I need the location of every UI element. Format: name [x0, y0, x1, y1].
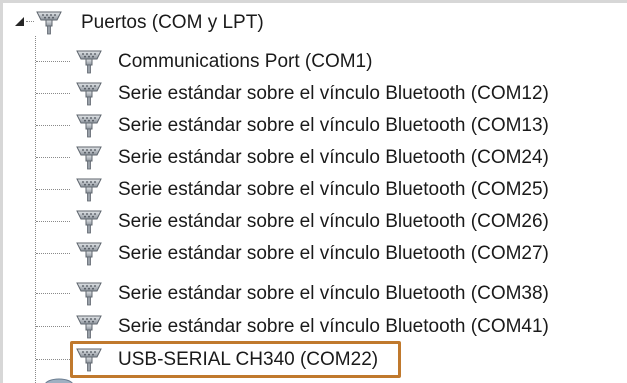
- port-connector-icon: [76, 315, 102, 339]
- tree-node-label: Serie estándar sobre el vínculo Bluetoot…: [118, 210, 549, 232]
- tree-node-ports[interactable]: Puertos (COM y LPT): [34, 5, 264, 39]
- tree-connector: [36, 157, 70, 158]
- tree-node-label: Serie estándar sobre el vínculo Bluetoot…: [118, 242, 549, 264]
- device-tree: Puertos (COM y LPT) Communications Port …: [0, 0, 627, 383]
- tree-connector: [36, 125, 70, 126]
- port-connector-icon: [76, 282, 102, 306]
- device-category-icon: [45, 378, 73, 383]
- port-connector-icon: [76, 146, 102, 170]
- tree-connector: [36, 61, 70, 62]
- tree-border-top: [0, 0, 627, 3]
- tree-node-label: Serie estándar sobre el vínculo Bluetoot…: [118, 146, 549, 168]
- tree-node-com41[interactable]: Serie estándar sobre el vínculo Bluetoot…: [74, 309, 549, 343]
- tree-node-com27[interactable]: Serie estándar sobre el vínculo Bluetoot…: [74, 236, 549, 270]
- tree-connector: [36, 189, 70, 190]
- tree-node-label: Serie estándar sobre el vínculo Bluetoot…: [118, 114, 549, 136]
- port-connector-icon: [76, 50, 102, 74]
- tree-node-label: Puertos (COM y LPT): [81, 11, 264, 33]
- tree-node-com22[interactable]: USB-SERIAL CH340 (COM22): [74, 342, 378, 376]
- tree-connector: [36, 253, 70, 254]
- port-connector-icon: [76, 82, 102, 106]
- tree-connector: [36, 326, 70, 327]
- tree-node-com12[interactable]: Serie estándar sobre el vínculo Bluetoot…: [74, 76, 549, 110]
- tree-connector: [36, 359, 70, 360]
- tree-node-label: Communications Port (COM1): [118, 50, 373, 72]
- port-connector-icon: [76, 114, 102, 138]
- tree-node-com24[interactable]: Serie estándar sobre el vínculo Bluetoot…: [74, 140, 549, 174]
- tree-connector: [36, 93, 70, 94]
- port-connector-icon: [36, 11, 62, 35]
- port-connector-icon: [76, 242, 102, 266]
- tree-node-label: USB-SERIAL CH340 (COM22): [118, 348, 379, 370]
- tree-node-label: Serie estándar sobre el vínculo Bluetoot…: [118, 315, 549, 337]
- collapse-arrow-icon[interactable]: [14, 14, 26, 28]
- tree-connector: [36, 221, 70, 222]
- tree-node-com25[interactable]: Serie estándar sobre el vínculo Bluetoot…: [74, 172, 549, 206]
- tree-node-label: Serie estándar sobre el vínculo Bluetoot…: [118, 82, 549, 104]
- tree-connector: [26, 21, 34, 22]
- tree-node-com13[interactable]: Serie estándar sobre el vínculo Bluetoot…: [74, 108, 549, 142]
- tree-connector-vertical: [35, 36, 36, 383]
- tree-connector: [36, 293, 70, 294]
- tree-node-label: Serie estándar sobre el vínculo Bluetoot…: [118, 178, 549, 200]
- port-connector-icon: [76, 178, 102, 202]
- tree-node-com26[interactable]: Serie estándar sobre el vínculo Bluetoot…: [74, 204, 549, 238]
- tree-node-com1[interactable]: Communications Port (COM1): [74, 44, 372, 78]
- tree-border-left: [0, 0, 3, 383]
- tree-node-label: Serie estándar sobre el vínculo Bluetoot…: [118, 282, 549, 304]
- tree-node-com38[interactable]: Serie estándar sobre el vínculo Bluetoot…: [74, 276, 549, 310]
- port-connector-icon: [76, 348, 102, 372]
- port-connector-icon: [76, 210, 102, 234]
